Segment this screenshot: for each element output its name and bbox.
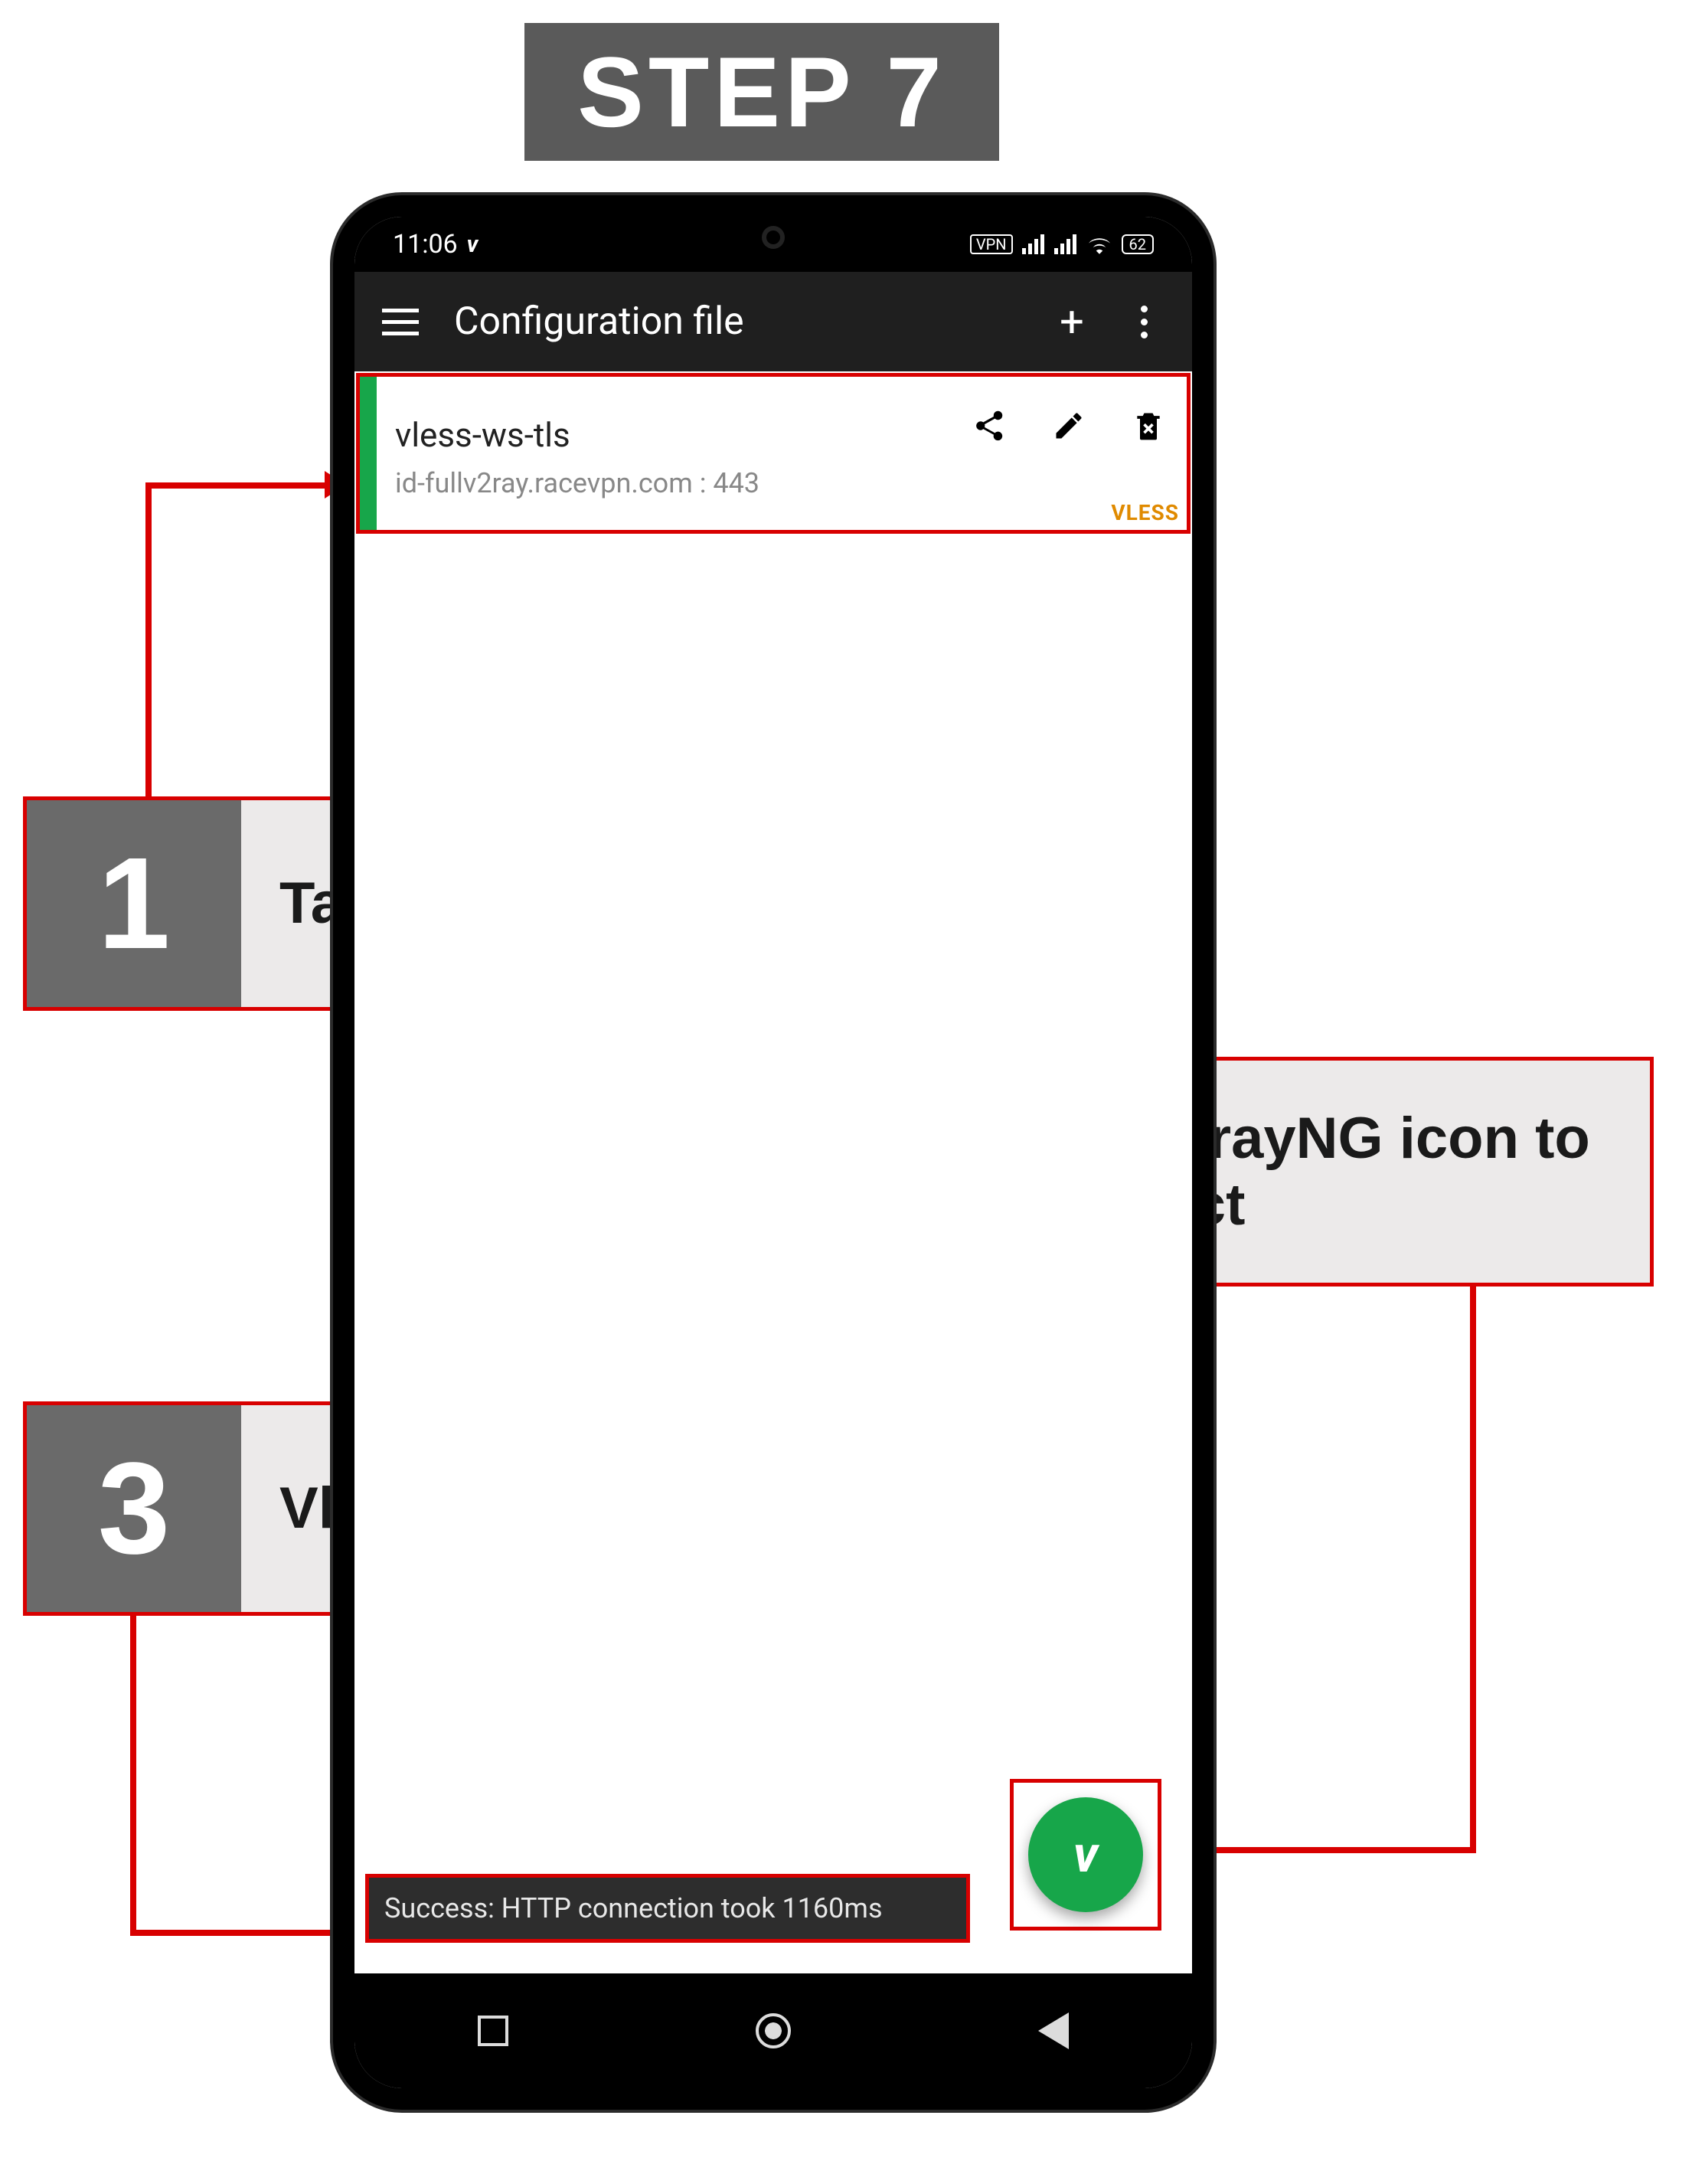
status-right: VPN 62 (970, 234, 1154, 254)
config-card-body: vless-ws-tls id-fullv2ray.racevpn.com : … (377, 377, 1187, 530)
nav-home-icon[interactable] (756, 2013, 791, 2048)
wifi-icon (1086, 234, 1112, 254)
config-actions (971, 407, 1167, 444)
app-bar-title: Configuration file (454, 299, 1021, 344)
nav-recent-icon[interactable] (478, 2016, 508, 2046)
connector-1-line-v (145, 482, 152, 796)
connect-fab[interactable]: v (1028, 1797, 1143, 1912)
signal-icon-2 (1054, 234, 1077, 254)
v2ray-status-icon: v (467, 231, 479, 258)
status-left: 11:06 v (393, 229, 478, 260)
protocol-tag: VLESS (1111, 500, 1179, 525)
phone-frame: 11:06 v VPN 62 Configuration file + vles… (333, 195, 1213, 2110)
callout-3-number: 3 (27, 1405, 241, 1612)
step-banner: STEP 7 (524, 23, 999, 161)
battery-icon: 62 (1122, 234, 1154, 254)
app-bar: Configuration file + (354, 272, 1192, 371)
android-nav-bar (354, 1973, 1192, 2088)
config-card[interactable]: vless-ws-tls id-fullv2ray.racevpn.com : … (356, 373, 1191, 534)
camera-notch (762, 226, 785, 249)
delete-icon[interactable] (1130, 407, 1167, 444)
active-indicator-stripe (360, 377, 377, 530)
status-toast: Success: HTTP connection took 1160ms (365, 1874, 970, 1943)
connector-3-line-v (130, 1616, 136, 1934)
signal-icon-1 (1022, 234, 1045, 254)
v2ray-icon: v (1073, 1826, 1098, 1885)
config-address: id-fullv2ray.racevpn.com : 443 (395, 467, 1168, 499)
edit-icon[interactable] (1050, 407, 1087, 444)
vpn-indicator-icon: VPN (970, 234, 1013, 254)
connector-2-line-v (1470, 1287, 1476, 1853)
connector-1-line-h (145, 482, 329, 489)
connector-3-line-h (130, 1930, 345, 1936)
connector-2-line-h (1202, 1847, 1476, 1853)
share-icon[interactable] (971, 407, 1008, 444)
status-time: 11:06 (393, 229, 458, 260)
status-toast-text: Success: HTTP connection took 1160ms (384, 1892, 883, 1924)
add-button[interactable]: + (1051, 301, 1093, 342)
callout-1-number: 1 (27, 800, 241, 1007)
phone-screen: 11:06 v VPN 62 Configuration file + vles… (354, 217, 1192, 2088)
menu-icon[interactable] (382, 301, 423, 342)
nav-back-icon[interactable] (1038, 2012, 1069, 2049)
overflow-menu-icon[interactable] (1123, 301, 1164, 342)
